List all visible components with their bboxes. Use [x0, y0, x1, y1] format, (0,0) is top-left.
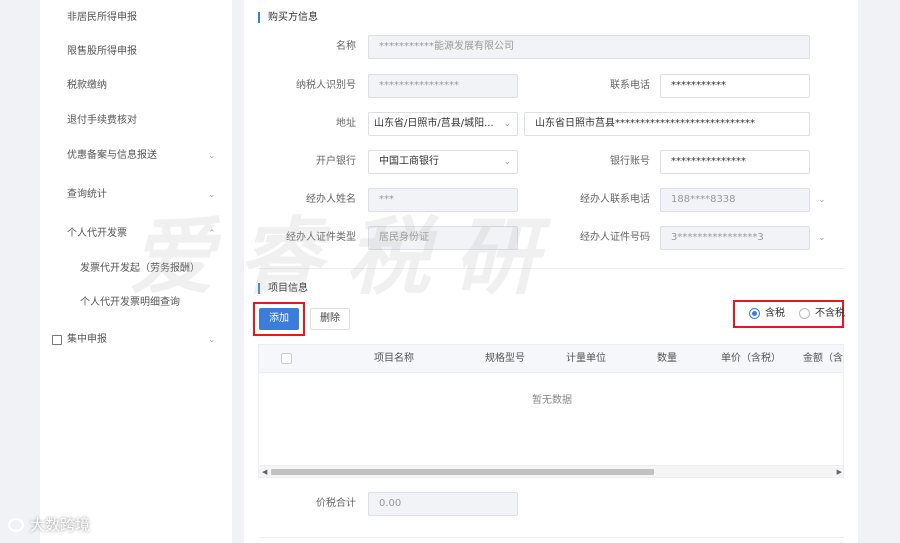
chevron-down-icon: ⌄ — [503, 119, 511, 129]
sidebar-item-label: 税款缴纳 — [67, 80, 107, 91]
account-field[interactable]: *************** — [660, 150, 810, 174]
sidebar-item-label: 发票代开发起（劳务报酬） — [80, 263, 200, 274]
table-header: 项目名称 规格型号 计量单位 数量 单价（含税） 金额（含税） — [259, 345, 843, 373]
column-header: 计量单位 — [566, 353, 606, 364]
sidebar-item-personal-invoice[interactable]: 个人代开发票 ⌃ — [40, 224, 232, 244]
chevron-down-icon: ⌄ — [818, 233, 826, 243]
agent-idtype-field[interactable]: 居民身份证 — [368, 226, 518, 250]
agent-name-field[interactable]: *** — [368, 188, 518, 212]
scrollbar-thumb[interactable] — [271, 469, 654, 475]
sidebar-item-label: 限售股所得申报 — [67, 46, 137, 57]
total-label: 价税合计 — [316, 498, 356, 509]
agent-name-label: 经办人姓名 — [306, 194, 356, 205]
tax-included-label: 含税 — [765, 308, 785, 319]
sidebar: 非居民所得申报 限售股所得申报 税款缴纳 退付手续费核对 优惠备案与信息报送 ⌄ … — [40, 0, 232, 543]
chevron-down-icon: ⌄ — [208, 335, 216, 345]
phone-field[interactable]: *********** — [660, 74, 810, 98]
name-field[interactable]: ***********能源发展有限公司 — [368, 35, 810, 59]
bank-value: 中国工商银行 — [379, 156, 439, 167]
sidebar-item-label: 优惠备案与信息报送 — [67, 150, 157, 161]
chevron-down-icon: ⌄ — [208, 151, 216, 161]
address-region-select[interactable]: 山东省/日照市/莒县/城阳... ⌄ — [368, 112, 518, 136]
address-region-value: 山东省/日照市/莒县/城阳... — [374, 118, 494, 129]
brand-logo-icon — [8, 518, 24, 532]
sidebar-item-query-stats[interactable]: 查询统计 ⌄ — [40, 185, 232, 205]
sidebar-item-fee-refund-check[interactable]: 退付手续费核对 — [40, 111, 232, 131]
chevron-down-icon: ⌄ — [818, 195, 826, 205]
tax-id-field[interactable]: **************** — [368, 74, 518, 98]
phone-label: 联系电话 — [610, 80, 650, 91]
address-label: 地址 — [336, 118, 356, 129]
agent-phone-field[interactable]: 188****8338 — [660, 188, 810, 212]
project-table: 项目名称 规格型号 计量单位 数量 单价（含税） 金额（含税） 暂无数据 ◀ ▶ — [258, 344, 844, 478]
sidebar-item-invoice-initiate[interactable]: 发票代开发起（劳务报酬） — [40, 259, 232, 279]
column-header: 数量 — [657, 353, 677, 364]
select-all-checkbox[interactable] — [281, 353, 292, 364]
highlight-box-add — [253, 302, 305, 336]
agent-phone-label: 经办人联系电话 — [580, 194, 650, 205]
sidebar-item-nonresident-income[interactable]: 非居民所得申报 — [40, 8, 232, 28]
agent-idno-field[interactable]: 3****************3 — [660, 226, 810, 250]
sidebar-item-label: 集中申报 — [67, 334, 107, 345]
address-detail-field[interactable]: 山东省日照市莒县**************************** — [524, 112, 810, 136]
sidebar-item-invoice-detail-query[interactable]: 个人代开发票明细查询 — [40, 293, 232, 313]
total-field[interactable]: 0.00 — [368, 492, 518, 516]
project-section-title: 项目信息 — [258, 283, 308, 294]
empty-state-text: 暂无数据 — [532, 395, 572, 406]
account-label: 银行账号 — [610, 156, 650, 167]
chevron-down-icon: ⌄ — [503, 157, 511, 167]
radio-unchecked-icon — [799, 308, 810, 319]
bank-label: 开户银行 — [316, 156, 356, 167]
column-header: 单价（含税） — [721, 353, 781, 364]
agent-idtype-label: 经办人证件类型 — [286, 232, 356, 243]
sidebar-item-restricted-stock[interactable]: 限售股所得申报 — [40, 42, 232, 62]
horizontal-scrollbar[interactable]: ◀ ▶ — [259, 465, 843, 477]
delete-button[interactable]: 删除 — [310, 308, 350, 330]
sidebar-item-label: 个人代开发票明细查询 — [80, 297, 180, 308]
main-panel: 购买方信息 名称 ***********能源发展有限公司 纳税人识别号 ****… — [244, 0, 858, 543]
sidebar-item-tax-payment[interactable]: 税款缴纳 — [40, 76, 232, 96]
tax-option-group: 含税 不含税 — [749, 308, 845, 320]
chevron-down-icon: ⌄ — [208, 190, 216, 200]
tax-excluded-label: 不含税 — [815, 308, 845, 319]
sidebar-item-label: 查询统计 — [67, 189, 107, 200]
bank-select[interactable]: 中国工商银行 ⌄ — [368, 150, 518, 174]
agent-idno-label: 经办人证件号码 — [580, 232, 650, 243]
tax-id-label: 纳税人识别号 — [296, 80, 356, 91]
column-header: 规格型号 — [485, 353, 525, 364]
buyer-section-title: 购买方信息 — [258, 12, 318, 23]
sidebar-item-centralized-filing[interactable]: 集中申报 ⌄ — [40, 330, 232, 350]
sidebar-item-label: 非居民所得申报 — [67, 12, 137, 23]
sidebar-item-label: 个人代开发票 — [67, 228, 127, 239]
column-header: 项目名称 — [374, 353, 414, 364]
scroll-right-icon[interactable]: ▶ — [837, 466, 842, 477]
brand-watermark: 大数跨境 — [8, 514, 90, 535]
document-icon — [52, 335, 62, 345]
chevron-up-icon: ⌃ — [208, 229, 216, 239]
radio-checked-icon — [749, 308, 760, 319]
sidebar-item-preferential-filing[interactable]: 优惠备案与信息报送 ⌄ — [40, 146, 232, 166]
sidebar-item-label: 退付手续费核对 — [67, 115, 137, 126]
name-label: 名称 — [336, 41, 356, 52]
section-divider — [258, 268, 844, 269]
brand-text: 大数跨境 — [30, 516, 91, 534]
scroll-left-icon[interactable]: ◀ — [262, 466, 267, 477]
column-header: 金额（含税） — [803, 353, 843, 364]
section-divider — [258, 537, 844, 538]
